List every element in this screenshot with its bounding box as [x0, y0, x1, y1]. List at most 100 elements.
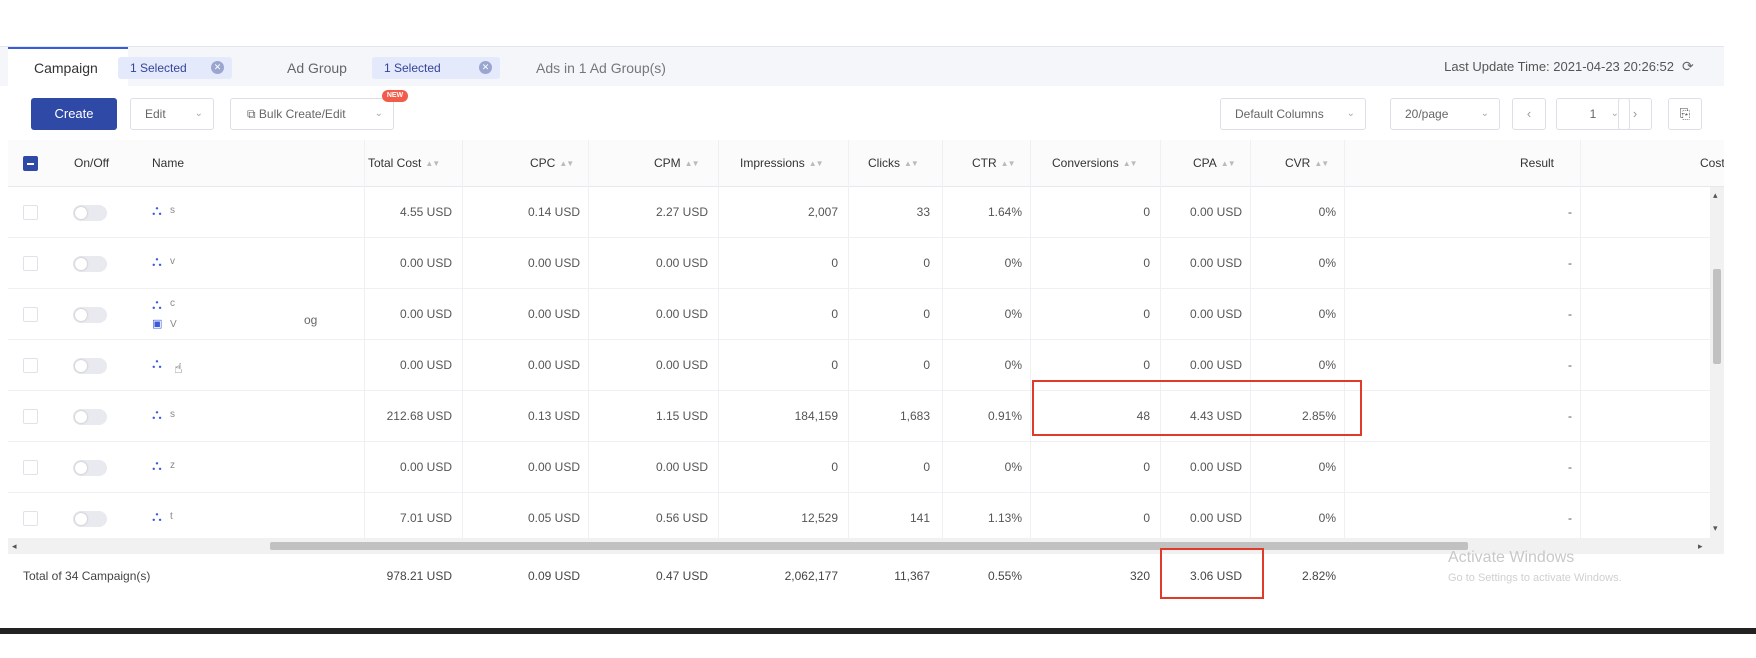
row-checkbox[interactable] [23, 409, 38, 424]
header-cpa[interactable]: CPA ▲▼ [1193, 140, 1236, 187]
clear-selection-icon[interactable]: ✕ [211, 61, 224, 74]
row-checkbox[interactable] [23, 205, 38, 220]
header-cpm[interactable]: CPM ▲▼ [654, 140, 700, 187]
header-conversions[interactable]: Conversions ▲▼ [1052, 140, 1138, 187]
tab-campaign[interactable]: Campaign [8, 47, 128, 87]
tab-ads[interactable]: Ads in 1 Ad Group(s) [536, 49, 666, 87]
cell-clicks: 0 [923, 358, 930, 372]
cell-conversions: 0 [1143, 307, 1150, 321]
ad-group-selected-pill[interactable]: 1 Selected ✕ [372, 57, 500, 79]
cell-ctr: 0% [1004, 307, 1022, 321]
refresh-icon[interactable]: ⟳ [1682, 59, 1696, 73]
header-impressions[interactable]: Impressions ▲▼ [740, 140, 824, 187]
cell-result: - [1568, 409, 1572, 423]
vertical-scroll-thumb[interactable] [1713, 269, 1721, 364]
campaign-icon: ⛬ [152, 406, 162, 422]
scroll-down-icon[interactable]: ▾ [1713, 523, 1718, 534]
scroll-up-icon[interactable]: ▴ [1713, 190, 1718, 201]
cell-total-cost: 0.00 USD [399, 256, 452, 270]
header-cvr-label: CVR [1285, 156, 1311, 170]
scroll-left-icon[interactable]: ◂ [12, 541, 17, 552]
cell-cpa: 0.00 USD [1189, 205, 1242, 219]
row-checkbox[interactable] [23, 511, 38, 526]
campaign-table: On/Off Name Total Cost ▲▼ CPC ▲▼ CPM ▲▼ Imp… [8, 140, 1724, 598]
sort-icon[interactable]: ▲▼ [809, 140, 824, 187]
header-cvr[interactable]: CVR ▲▼ [1285, 140, 1329, 187]
totals-clicks: 11,367 [894, 569, 930, 583]
onoff-toggle[interactable] [73, 256, 107, 272]
columns-dropdown[interactable]: Default Columns ⌄ [1220, 98, 1366, 130]
header-ctr[interactable]: CTR ▲▼ [972, 140, 1016, 187]
campaign-name[interactable]: s [170, 409, 175, 421]
sort-icon[interactable]: ▲▼ [1314, 140, 1329, 187]
totals-label: Total of 34 Campaign(s) [23, 569, 151, 583]
tab-ad-group[interactable]: Ad Group [287, 49, 347, 87]
header-onoff: On/Off [74, 156, 110, 170]
truncated-name-text: og [304, 313, 318, 327]
cell-cvr: 0% [1318, 205, 1336, 219]
cell-cpc: 0.00 USD [527, 358, 580, 372]
row-checkbox[interactable] [23, 307, 38, 322]
onoff-toggle[interactable] [73, 511, 107, 527]
campaign-name[interactable]: z [170, 460, 175, 472]
sort-icon[interactable]: ▲▼ [559, 140, 574, 187]
next-page-button[interactable]: › [1618, 98, 1652, 130]
sort-icon[interactable]: ▲▼ [1221, 140, 1236, 187]
campaign-name[interactable]: v [170, 256, 175, 268]
cell-result: - [1568, 205, 1572, 219]
sort-icon[interactable]: ▲▼ [425, 140, 440, 187]
page-size-dropdown[interactable]: 20/page ⌄ [1390, 98, 1500, 130]
header-cpc[interactable]: CPC ▲▼ [530, 140, 574, 187]
cell-ctr: 1.13% [987, 511, 1022, 525]
header-name[interactable]: Name [152, 140, 184, 187]
mouse-cursor-icon: ☝ [174, 360, 183, 376]
toolbar: Create Edit ⌄ ⧉ Bulk Create/Edit ⌄ NEW D… [0, 86, 1724, 140]
cell-result: - [1568, 307, 1572, 321]
tab-ads-label: Ads in 1 Ad Group(s) [536, 60, 666, 76]
cell-clicks: 0 [923, 307, 930, 321]
row-checkbox[interactable] [23, 460, 38, 475]
create-button[interactable]: Create [31, 98, 117, 130]
scroll-right-icon[interactable]: ▸ [1698, 541, 1703, 552]
bulk-create-edit-dropdown[interactable]: ⧉ Bulk Create/Edit ⌄ [230, 98, 394, 130]
header-clicks[interactable]: Clicks ▲▼ [868, 140, 919, 187]
campaign-icon: ⛬ [152, 457, 162, 473]
header-conversions-label: Conversions [1052, 156, 1119, 170]
cell-clicks: 33 [916, 205, 930, 219]
prev-page-button[interactable]: ‹ [1512, 98, 1546, 130]
cell-cpm: 0.00 USD [655, 460, 708, 474]
cell-impressions: 12,529 [801, 511, 838, 525]
table-row: ⛬ s 4.55 USD 0.14 USD 2.27 USD 2,007 33 1.64% 0 0… [8, 187, 1724, 238]
vertical-scrollbar[interactable]: ▴ ▾ [1710, 187, 1724, 538]
campaign-name[interactable]: s [170, 205, 175, 217]
campaign-name[interactable]: c [170, 298, 175, 310]
sort-icon[interactable]: ▲▼ [1123, 140, 1138, 187]
header-result: Result [1520, 156, 1555, 170]
cell-ctr: 0% [1004, 460, 1022, 474]
edit-dropdown[interactable]: Edit ⌄ [130, 98, 214, 130]
chevron-down-icon: ⌄ [1346, 108, 1355, 119]
header-total-cost[interactable]: Total Cost ▲▼ [368, 140, 440, 187]
totals-total-cost: 978.21 USD [386, 569, 452, 583]
onoff-toggle[interactable] [73, 307, 107, 323]
cell-result: - [1568, 256, 1572, 270]
export-icon[interactable]: ⎘ [1668, 98, 1702, 130]
row-checkbox[interactable] [23, 256, 38, 271]
cell-impressions: 0 [831, 358, 838, 372]
campaign-name[interactable]: t [170, 511, 173, 523]
sort-icon[interactable]: ▲▼ [904, 140, 919, 187]
table-row: ⛬ s 212.68 USD 0.13 USD 1.15 USD 184,159 1,683… [8, 391, 1724, 442]
horizontal-scroll-thumb[interactable] [270, 542, 1468, 550]
row-checkbox[interactable] [23, 358, 38, 373]
campaign-icon: ⛬ [152, 355, 162, 371]
onoff-toggle[interactable] [73, 460, 107, 476]
campaign-sub-name: V [170, 319, 177, 330]
onoff-toggle[interactable] [73, 205, 107, 221]
onoff-toggle[interactable] [73, 409, 107, 425]
onoff-toggle[interactable] [73, 358, 107, 374]
select-all-checkbox[interactable] [23, 156, 38, 171]
campaign-selected-pill[interactable]: 1 Selected ✕ [118, 57, 232, 79]
clear-selection-icon[interactable]: ✕ [479, 61, 492, 74]
sort-icon[interactable]: ▲▼ [685, 140, 700, 187]
sort-icon[interactable]: ▲▼ [1001, 140, 1016, 187]
